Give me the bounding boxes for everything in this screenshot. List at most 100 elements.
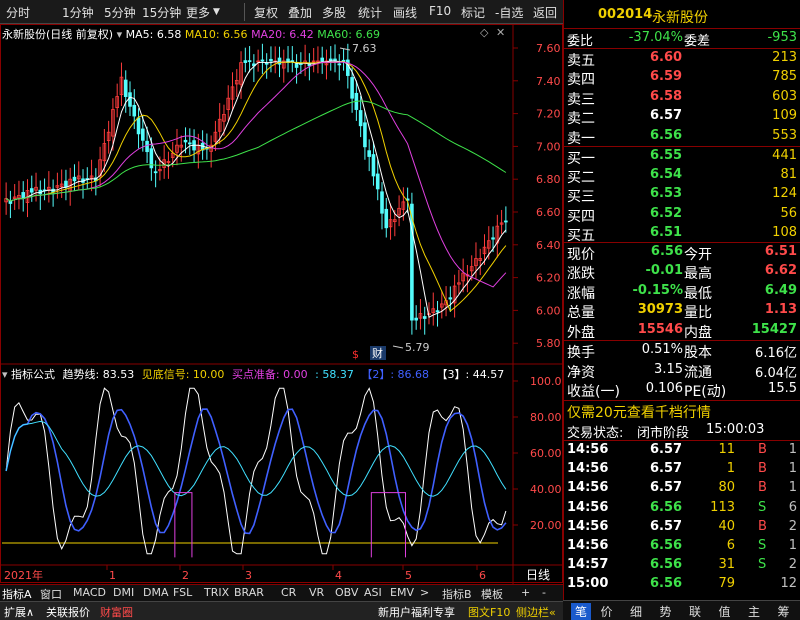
diamond-icon[interactable]: ◇: [480, 26, 488, 39]
quote-nav-tab[interactable]: 筹: [778, 603, 790, 620]
weibi-row: 委比 -37.04% 委差 -953: [567, 30, 797, 49]
indicator-tab[interactable]: FSL: [173, 586, 192, 599]
back-button[interactable]: 返回: [533, 4, 557, 21]
candle: [200, 130, 205, 160]
tick-row: 14:56 6.56 113 S 6: [564, 499, 800, 519]
caifu-button[interactable]: 财富圈: [100, 604, 133, 620]
ma20-value: MA20: 6.42: [251, 28, 314, 41]
quote-nav-tab[interactable]: 价: [601, 603, 613, 620]
candle: [98, 146, 102, 188]
fuquan-button[interactable]: 复权: [254, 4, 278, 21]
sell-level-row: 卖一 6.56 553: [564, 127, 800, 147]
tick-volume: 1: [726, 461, 735, 477]
biaoji-button[interactable]: 标记: [461, 4, 485, 21]
tick-price: 6.56: [650, 576, 683, 592]
expand-button[interactable]: 扩展∧: [4, 604, 34, 620]
candle: [29, 175, 34, 202]
indicator-tab[interactable]: OBV: [335, 586, 358, 599]
more-dropdown-icon[interactable]: ▼: [213, 7, 220, 17]
f10-button[interactable]: F10: [429, 4, 451, 18]
related-quote-button[interactable]: 关联报价: [46, 604, 90, 620]
tab-more[interactable]: 更多: [186, 4, 210, 21]
ma10-value: MA10: 6.56: [184, 28, 248, 41]
month-tick-label: 4: [335, 569, 342, 582]
buy-price: 6.54: [650, 167, 683, 183]
stat-value: 3.15: [654, 361, 683, 377]
indicator-tab[interactable]: 窗口: [40, 586, 62, 602]
indicator-tab[interactable]: +: [521, 586, 530, 599]
qiandang-promo[interactable]: 仅需20元查看千档行情: [567, 402, 711, 422]
tick-direction: B: [758, 480, 767, 496]
indicator-tab[interactable]: DMA: [143, 586, 169, 599]
quote-nav-tab[interactable]: 主: [748, 603, 760, 620]
bottom-bar: 扩展∧ 关联报价 财富圈 新用户福利专享 图文F10 侧边栏«: [0, 601, 563, 620]
stat-label: 总量: [567, 305, 595, 322]
candle: [226, 85, 231, 121]
quote-nav-tab[interactable]: 笔: [571, 603, 592, 620]
duogu-button[interactable]: 多股: [322, 4, 346, 21]
remove-watchlist-button[interactable]: -自选: [495, 4, 523, 21]
finance-marker[interactable]: 财: [372, 346, 383, 360]
quote-nav-tab[interactable]: 势: [660, 603, 672, 620]
tab-5min[interactable]: 5分钟: [104, 4, 136, 21]
indicator-tab[interactable]: 指标A: [2, 586, 32, 602]
candle: [115, 83, 119, 118]
indicator-tab[interactable]: >: [420, 586, 429, 599]
sell-volume: 553: [772, 127, 797, 143]
tick-price: 6.57: [650, 480, 683, 496]
huaxian-button[interactable]: 画线: [393, 4, 417, 21]
sidebar-toggle[interactable]: 侧边栏«: [516, 604, 556, 620]
quote-nav-tab[interactable]: 值: [719, 603, 731, 620]
stat-label: PE(动): [684, 384, 727, 401]
indicator-tab[interactable]: 模板: [481, 586, 503, 602]
quote-panel: 002014 永新股份 委比 -37.04% 委差 -953 卖五 6.60 213…: [563, 0, 800, 620]
period-label[interactable]: 日线: [526, 568, 550, 582]
candle: [179, 135, 184, 162]
tab-fenshi[interactable]: 分时: [6, 4, 30, 21]
indicator-tab[interactable]: BRAR: [234, 586, 264, 599]
promo-row[interactable]: 仅需20元查看千档行情: [564, 401, 800, 421]
ma60-value: MA60: 6.69: [317, 28, 380, 41]
tick-row: 14:56 6.57 1 B 1: [564, 460, 800, 480]
ma20-line: [5, 61, 507, 288]
candle: [119, 62, 124, 106]
indicator-tab[interactable]: MACD: [73, 586, 106, 599]
dividend-marker[interactable]: $: [352, 348, 359, 361]
candle: [68, 167, 73, 206]
indicator-tab[interactable]: VR: [309, 586, 324, 599]
close-icon[interactable]: ✕: [496, 26, 505, 39]
indicator-tab[interactable]: ASI: [364, 586, 382, 599]
candle: [187, 128, 192, 155]
indicator-collapse-icon[interactable]: ▾: [2, 368, 8, 381]
indicator-tab[interactable]: CR: [281, 586, 296, 599]
sell-volume: 109: [772, 108, 797, 124]
indicator-tab[interactable]: EMV: [390, 586, 414, 599]
ma10-line: [5, 61, 507, 312]
tab-1min[interactable]: 1分钟: [62, 4, 94, 21]
sell-label: 卖一: [567, 130, 595, 147]
indicator-tab[interactable]: TRIX: [204, 586, 229, 599]
tick-row: 15:00 6.56 79 12: [564, 575, 800, 595]
stat-label: 今开: [684, 247, 712, 263]
indicator-tab[interactable]: 指标B: [442, 586, 472, 602]
collapse-icon[interactable]: ▾: [117, 28, 123, 41]
candle: [234, 69, 239, 97]
bottom-signal-value: 见底信号: 10.00: [141, 368, 225, 381]
stat-label: 涨跌: [567, 266, 595, 283]
indicator-tab[interactable]: DMI: [113, 586, 134, 599]
kline-chart[interactable]: 7.60 7.40 7.20 7.00 6.80 6.60 6.40 6.20 6.00 5.80…: [0, 24, 563, 584]
tick-volume: 6: [726, 538, 735, 553]
promo-link[interactable]: 新用户福利专享: [378, 604, 455, 620]
formula-label[interactable]: 指标公式: [11, 368, 55, 381]
diejia-button[interactable]: 叠加: [288, 4, 312, 21]
tab-15min[interactable]: 15分钟: [142, 4, 181, 21]
buy-volume: 81: [780, 167, 797, 183]
price-tick-label: 6.20: [536, 272, 561, 285]
candle: [8, 190, 13, 219]
tongji-button[interactable]: 统计: [358, 4, 382, 21]
indicator-tab[interactable]: -: [542, 586, 546, 599]
quote-nav-tab[interactable]: 联: [689, 603, 701, 620]
quote-nav-tab[interactable]: 细: [630, 603, 642, 620]
tick-direction: S: [758, 538, 767, 553]
tuwen-f10-button[interactable]: 图文F10: [468, 604, 510, 620]
